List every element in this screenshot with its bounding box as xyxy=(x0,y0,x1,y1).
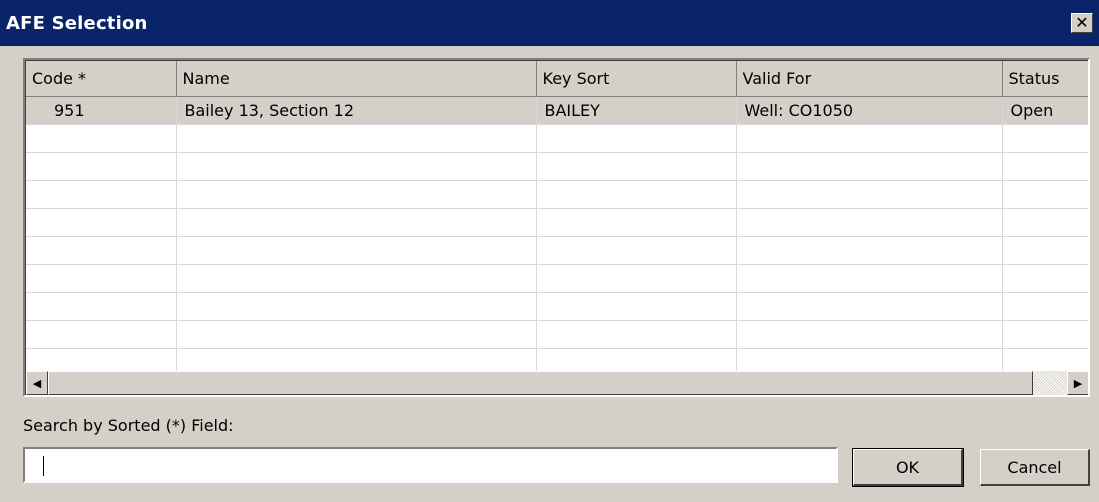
empty-cell[interactable] xyxy=(1002,264,1088,293)
horizontal-scrollbar[interactable]: ◀ ▶ xyxy=(26,371,1088,395)
empty-cell[interactable] xyxy=(1002,180,1088,209)
column-header-code[interactable]: Code * xyxy=(26,61,177,97)
header-row: Code * Name Key Sort Valid For Status xyxy=(26,61,1088,97)
empty-cell[interactable] xyxy=(536,236,737,265)
arrow-left-icon: ◀ xyxy=(32,376,42,390)
empty-cell[interactable] xyxy=(176,208,537,237)
scroll-left-button[interactable]: ◀ xyxy=(26,371,48,395)
column-header-valid-for[interactable]: Valid For xyxy=(736,61,1003,97)
table-row[interactable]: 951 Bailey 13, Section 12 BAILEY Well: C… xyxy=(26,96,1088,125)
empty-cell[interactable] xyxy=(736,320,1003,349)
empty-cell[interactable] xyxy=(26,152,177,181)
empty-cell[interactable] xyxy=(736,152,1003,181)
empty-cell[interactable] xyxy=(1002,236,1088,265)
cell-code[interactable]: 951 xyxy=(26,96,177,125)
afe-grid[interactable]: Code * Name Key Sort Valid For Status 95… xyxy=(23,58,1090,397)
search-input[interactable] xyxy=(23,447,838,483)
window-title: AFE Selection xyxy=(6,12,148,34)
empty-cell[interactable] xyxy=(176,152,537,181)
scroll-track[interactable] xyxy=(1033,371,1067,395)
search-label: Search by Sorted (*) Field: xyxy=(23,416,234,435)
empty-cell[interactable] xyxy=(736,292,1003,321)
empty-cell[interactable] xyxy=(736,264,1003,293)
empty-cell[interactable] xyxy=(1002,124,1088,153)
cancel-button[interactable]: Cancel xyxy=(980,449,1090,486)
empty-cell[interactable] xyxy=(176,264,537,293)
empty-cell[interactable] xyxy=(176,292,537,321)
arrow-right-icon: ▶ xyxy=(1073,376,1083,390)
ok-button[interactable]: OK xyxy=(852,448,964,487)
table-row-empty[interactable] xyxy=(26,320,1088,349)
cell-valid-for[interactable]: Well: CO1050 xyxy=(736,96,1003,125)
table-row-empty[interactable] xyxy=(26,236,1088,265)
table-row-empty[interactable] xyxy=(26,292,1088,321)
empty-cell[interactable] xyxy=(26,264,177,293)
cell-key-sort[interactable]: BAILEY xyxy=(536,96,737,125)
afe-table: Code * Name Key Sort Valid For Status 95… xyxy=(26,61,1088,377)
empty-cell[interactable] xyxy=(26,180,177,209)
column-header-status[interactable]: Status xyxy=(1002,61,1088,97)
empty-cell[interactable] xyxy=(536,264,737,293)
text-caret xyxy=(43,456,44,476)
cell-status[interactable]: Open xyxy=(1002,96,1088,125)
table-row-empty[interactable] xyxy=(26,264,1088,293)
empty-cell[interactable] xyxy=(176,320,537,349)
empty-cell[interactable] xyxy=(536,292,737,321)
empty-cell[interactable] xyxy=(736,124,1003,153)
empty-cell[interactable] xyxy=(1002,152,1088,181)
empty-cell[interactable] xyxy=(736,180,1003,209)
scroll-thumb[interactable] xyxy=(48,371,1033,395)
cell-name[interactable]: Bailey 13, Section 12 xyxy=(176,96,537,125)
empty-cell[interactable] xyxy=(26,124,177,153)
title-bar: AFE Selection ✕ xyxy=(0,0,1099,46)
empty-cell[interactable] xyxy=(536,208,737,237)
column-header-name[interactable]: Name xyxy=(176,61,537,97)
empty-cell[interactable] xyxy=(26,236,177,265)
table-row-empty[interactable] xyxy=(26,180,1088,209)
table-row-empty[interactable] xyxy=(26,208,1088,237)
empty-cell[interactable] xyxy=(536,152,737,181)
table-row-empty[interactable] xyxy=(26,124,1088,153)
empty-cell[interactable] xyxy=(26,320,177,349)
empty-cell[interactable] xyxy=(1002,320,1088,349)
scroll-right-button[interactable]: ▶ xyxy=(1067,371,1088,395)
empty-cell[interactable] xyxy=(1002,208,1088,237)
table-row-empty[interactable] xyxy=(26,152,1088,181)
empty-cell[interactable] xyxy=(1002,292,1088,321)
empty-cell[interactable] xyxy=(536,320,737,349)
empty-cell[interactable] xyxy=(176,180,537,209)
close-icon: ✕ xyxy=(1075,13,1089,32)
empty-cell[interactable] xyxy=(536,180,737,209)
empty-cell[interactable] xyxy=(536,124,737,153)
close-button[interactable]: ✕ xyxy=(1071,13,1093,33)
empty-cell[interactable] xyxy=(176,124,537,153)
empty-cell[interactable] xyxy=(736,236,1003,265)
empty-cell[interactable] xyxy=(176,236,537,265)
empty-cell[interactable] xyxy=(26,292,177,321)
column-header-key-sort[interactable]: Key Sort xyxy=(536,61,737,97)
empty-cell[interactable] xyxy=(736,208,1003,237)
empty-cell[interactable] xyxy=(26,208,177,237)
